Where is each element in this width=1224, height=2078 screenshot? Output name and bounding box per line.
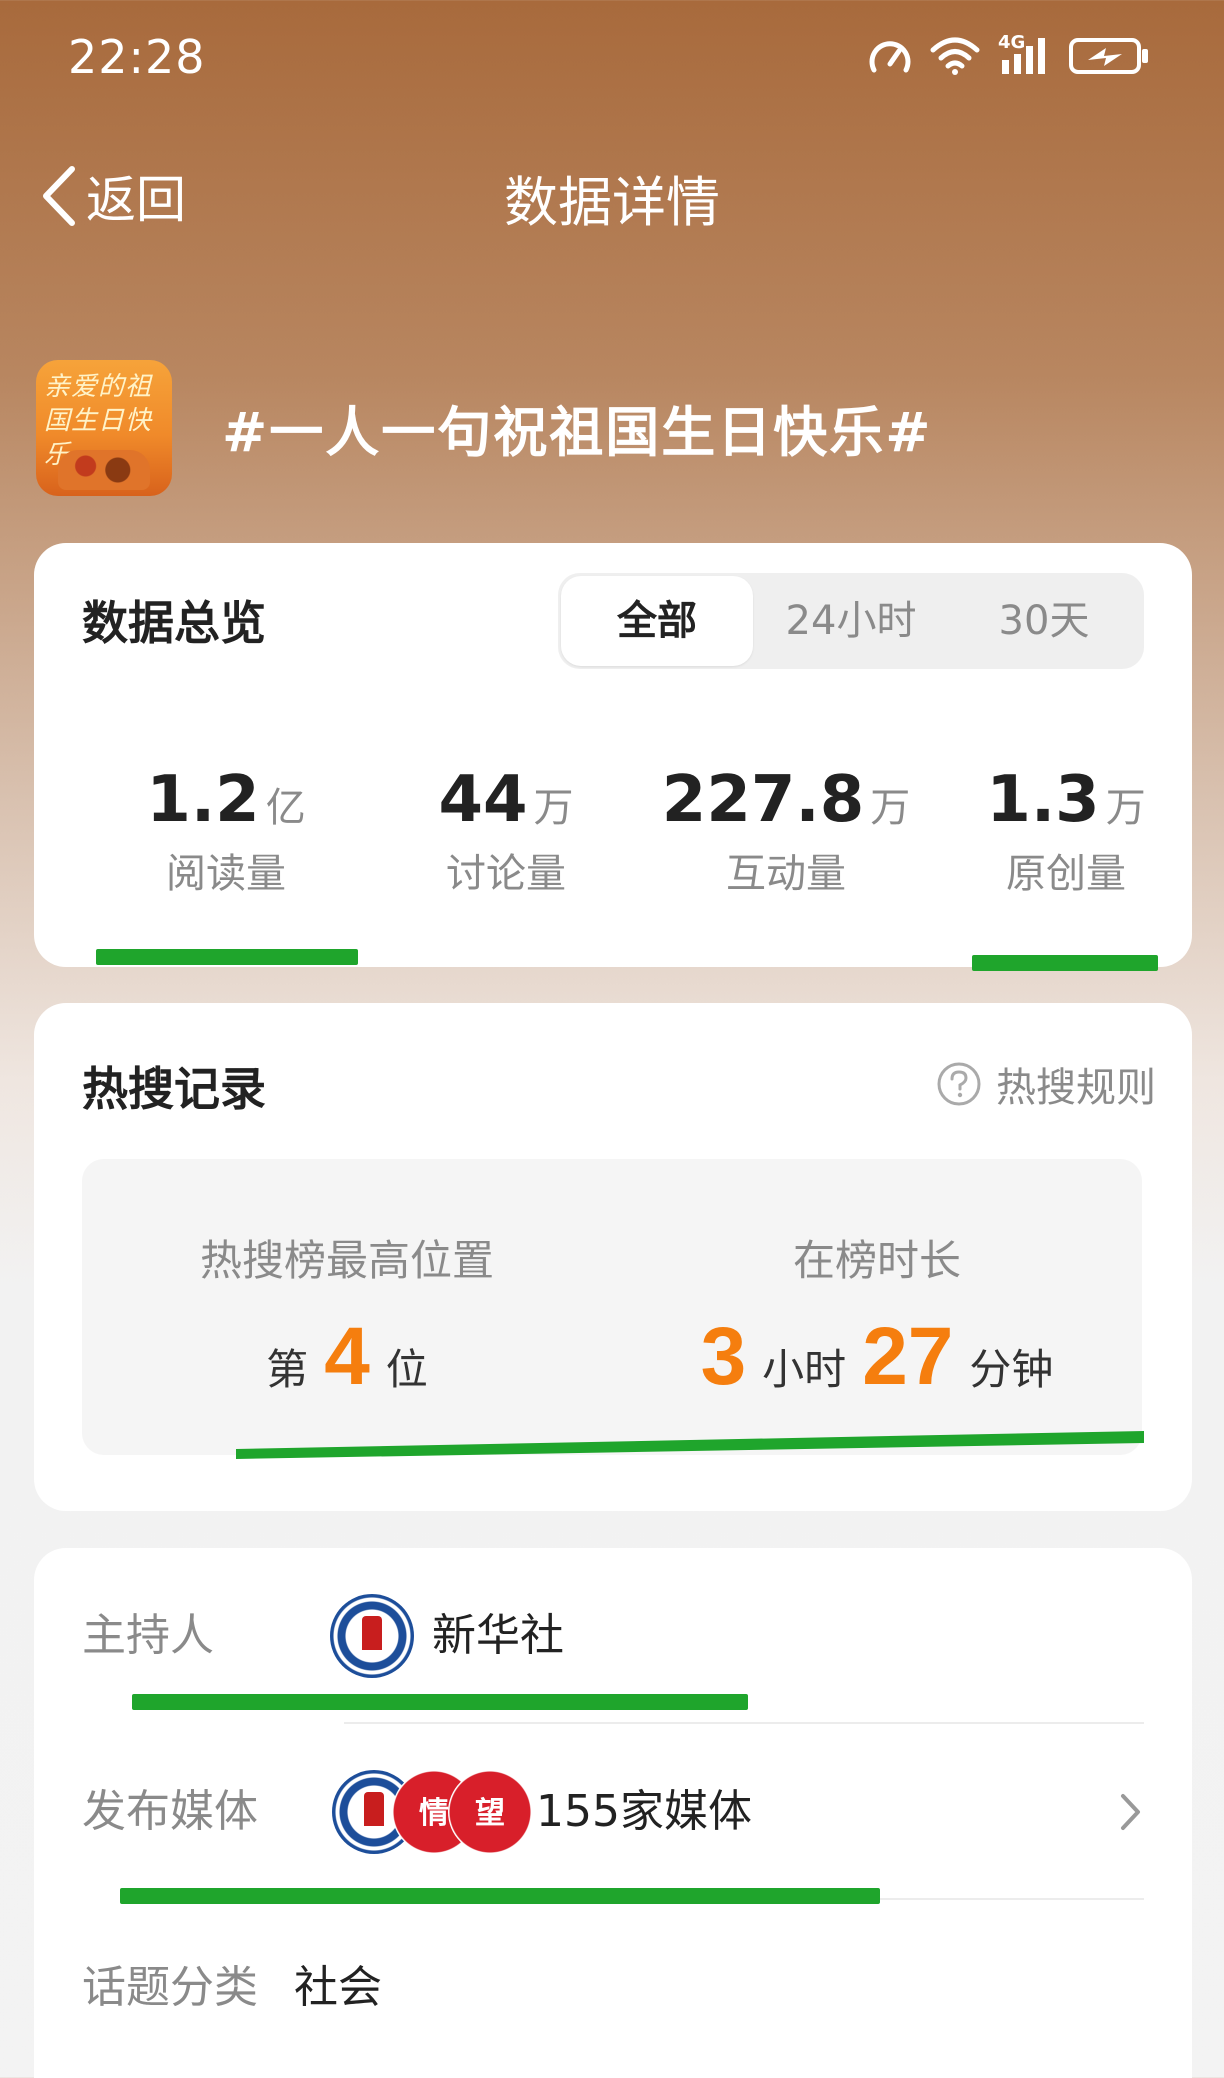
tab-30d[interactable]: 30天: [948, 573, 1140, 669]
topic-thumbnail: 亲爱的祖国生日快乐: [36, 360, 172, 496]
stat-interactions: 227.8 万 互动量: [646, 763, 926, 899]
stat-label: 互动量: [726, 851, 846, 897]
peak-rank: 4: [324, 1311, 370, 1402]
peak-label: 热搜榜最高位置: [199, 1236, 494, 1285]
stat-value: 1.3: [986, 763, 1100, 837]
tab-24h[interactable]: 24小时: [756, 573, 946, 669]
stat-unit: 万: [533, 785, 574, 831]
stat-value: 44: [438, 763, 528, 837]
duration-label: 在榜时长: [792, 1236, 961, 1285]
highlight-mark: [972, 955, 1158, 971]
hot-search-rules-link[interactable]: 热搜规则: [936, 1055, 1156, 1113]
stat-unit: 亿: [265, 785, 306, 831]
highlight-mark: [132, 1694, 748, 1710]
tab-all[interactable]: 全部: [561, 576, 753, 666]
status-time: 22:28: [68, 30, 206, 84]
food-basket-image: [58, 450, 150, 490]
duration-minutes: 27: [862, 1311, 954, 1402]
speed-icon: [869, 41, 911, 73]
hot-search-heading: 热搜记录: [82, 1062, 266, 1116]
topic-info-card: 主持人 新华社 发布媒体 情 望 155家媒体 话题分类 社会: [34, 1548, 1192, 2078]
peak-position: 热搜榜最高位置 第 4 位: [82, 1159, 612, 1402]
help-icon: [937, 1062, 981, 1106]
media-avatar: 望: [448, 1770, 532, 1854]
stat-value: 1.2: [146, 763, 260, 837]
overview-heading: 数据总览: [82, 596, 266, 650]
peak-value-line: 第 4 位: [82, 1310, 612, 1402]
signal-icon: 4G: [998, 32, 1050, 76]
category-row: 话题分类 社会: [82, 1900, 1144, 2076]
stat-label: 阅读量: [166, 851, 286, 897]
chevron-right-icon[interactable]: [1118, 1790, 1144, 1834]
media-label: 发布媒体: [82, 1786, 258, 1837]
stat-unit: 万: [1105, 785, 1146, 831]
stat-unit: 万: [870, 785, 911, 831]
media-value: 155家媒体: [536, 1786, 752, 1837]
page-title: 数据详情: [504, 171, 720, 234]
hot-search-summary: 热搜榜最高位置 第 4 位 在榜时长 3 小时 27 分钟: [82, 1159, 1142, 1455]
highlight-mark: [236, 1431, 1144, 1459]
duration-hours-unit: 小时: [762, 1345, 847, 1394]
status-icons: 4G: [868, 32, 1150, 76]
stat-label: 原创量: [1006, 851, 1126, 897]
status-bar: 22:28 4G: [0, 0, 1224, 120]
rules-label: 热搜规则: [996, 1065, 1156, 1111]
hot-search-card: 热搜记录 热搜规则 热搜榜最高位置 第 4 位 在榜时长 3 小时 27 分钟: [34, 1003, 1192, 1511]
media-row[interactable]: 发布媒体 情 望 155家媒体: [82, 1724, 1144, 1900]
topic-title: #一人一句祝祖国生日快乐#: [222, 401, 933, 464]
stat-reads: 1.2 亿 阅读量: [86, 763, 366, 899]
stats-row: 1.2 亿 阅读量 44 万 讨论量 227.8 万 互动量 1.3 万 原创量: [34, 763, 1192, 903]
on-list-duration: 在榜时长 3 小时 27 分钟: [612, 1159, 1142, 1402]
battery-icon: [1069, 38, 1148, 74]
stat-label: 讨论量: [446, 851, 566, 897]
duration-value-line: 3 小时 27 分钟: [612, 1310, 1142, 1402]
duration-minutes-unit: 分钟: [969, 1345, 1054, 1394]
stat-originals: 1.3 万 原创量: [926, 763, 1206, 899]
duration-hours: 3: [700, 1311, 747, 1402]
peak-prefix: 第: [266, 1345, 309, 1394]
xinhua-avatar: [330, 1594, 414, 1678]
peak-suffix: 位: [385, 1345, 428, 1394]
stat-value: 227.8: [661, 763, 865, 837]
wifi-icon: [930, 37, 980, 75]
highlight-mark: [96, 949, 358, 965]
category-label: 话题分类: [82, 1962, 258, 2013]
time-range-segment: 全部 24小时 30天: [558, 573, 1144, 669]
overview-card: 数据总览 全部 24小时 30天 1.2 亿 阅读量 44 万 讨论量 227.8 万…: [34, 543, 1192, 971]
stat-discussions: 44 万 讨论量: [366, 763, 646, 899]
category-value: 社会: [294, 1962, 382, 2013]
